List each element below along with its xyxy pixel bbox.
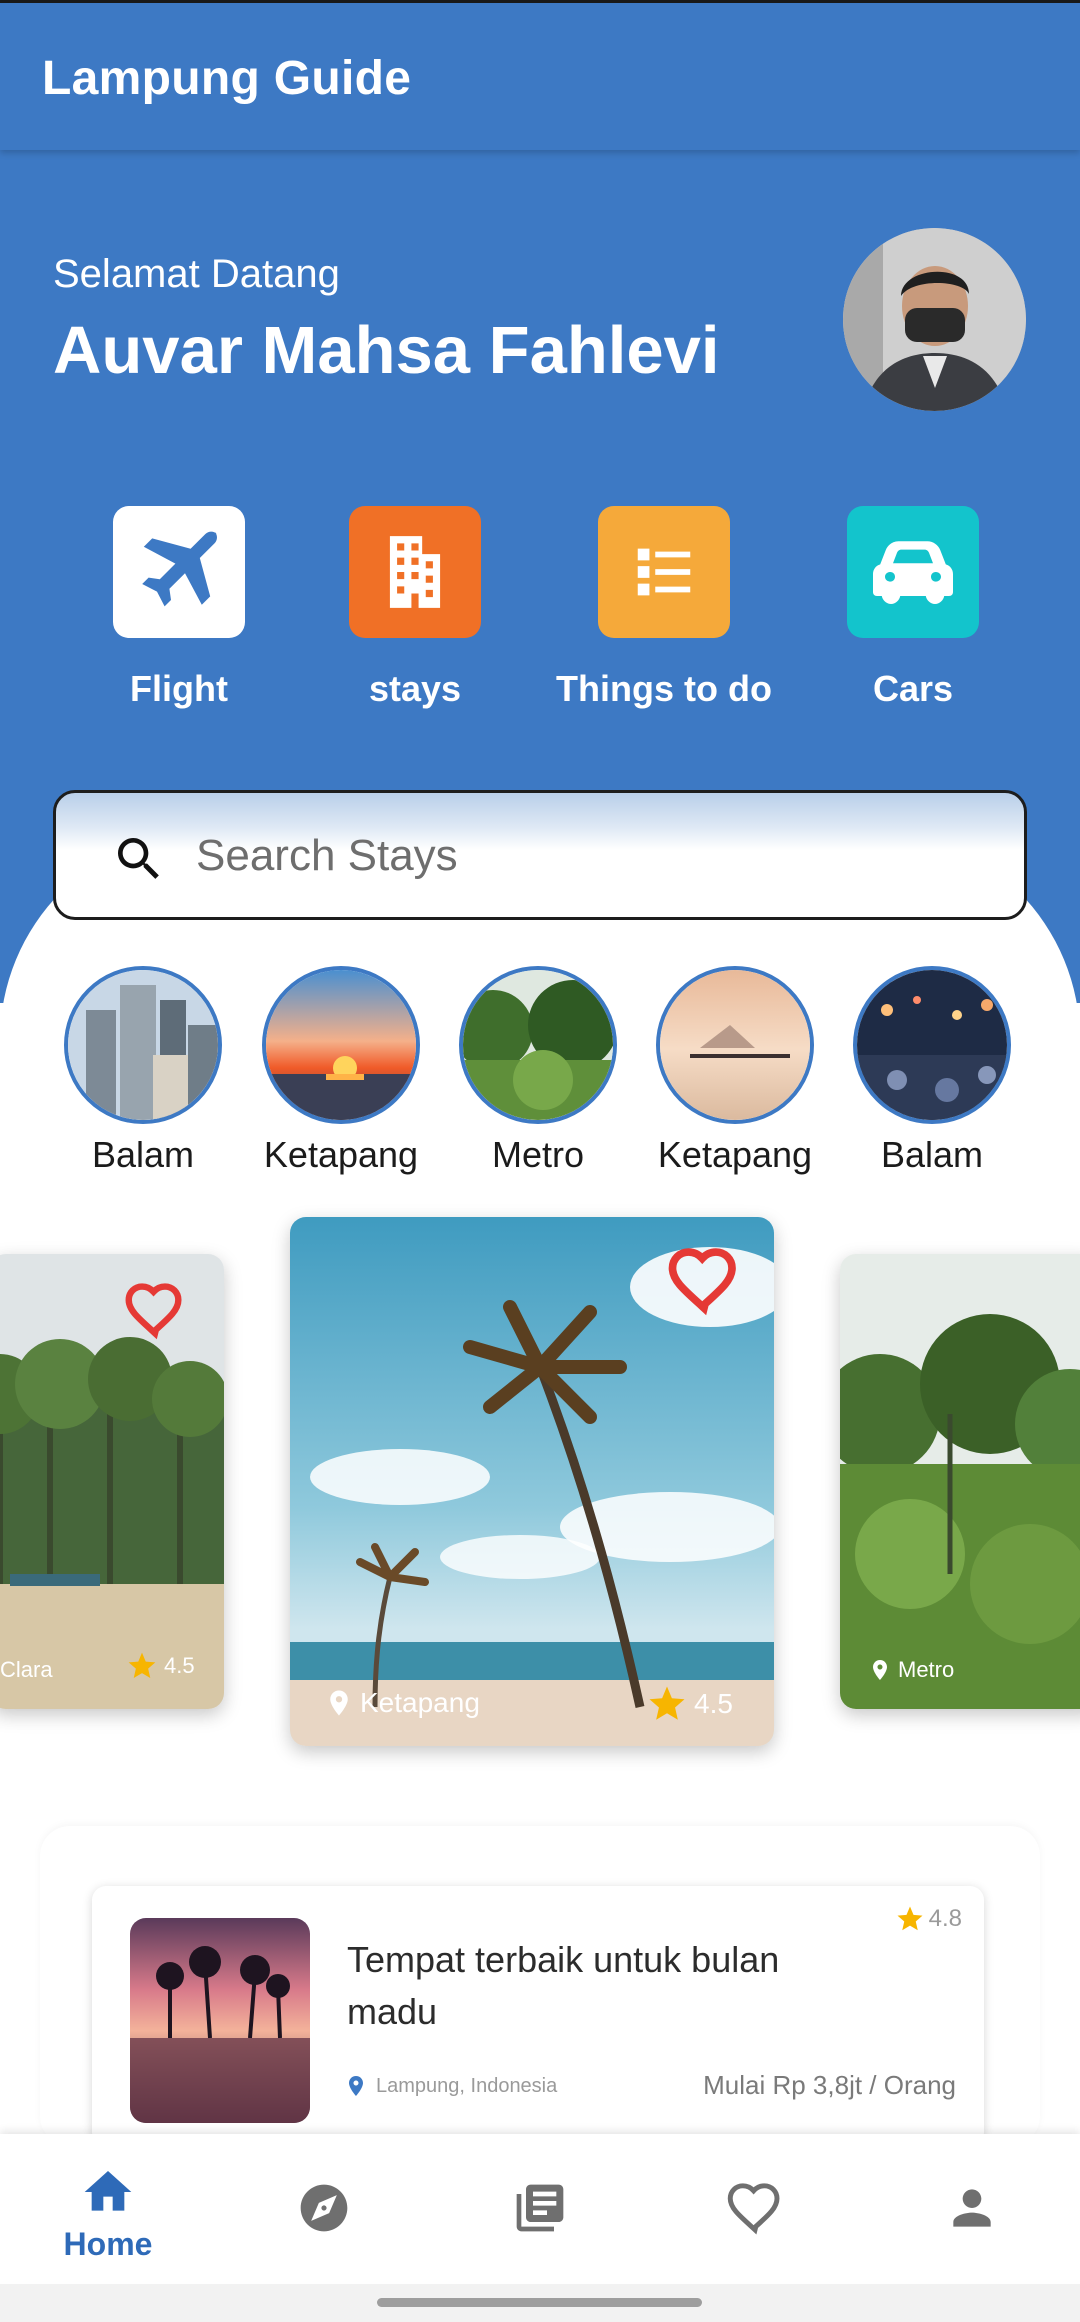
beach-image [0,1254,224,1709]
heart-icon[interactable] [662,1237,746,1321]
person-icon [953,2189,991,2227]
nav-item-explore[interactable] [216,2134,432,2284]
app-bar: Lampung Guide [0,3,1080,150]
place-item-balam-2[interactable]: Balam [831,966,1021,1176]
nav-item-library[interactable] [432,2134,648,2284]
building-icon [389,536,441,608]
home-icon [84,2171,132,2211]
lake-image [660,970,810,1120]
location-pin-icon [873,1660,887,1680]
car-icon [873,541,953,604]
category-tile [847,506,979,638]
recommendation-price: Mulai Rp 3,8jt / Orang [703,2070,956,2100]
recommendation-location: Lampung, Indonesia [344,2074,557,2098]
avatar-photo [843,228,1026,411]
list-icon [637,548,691,596]
category-label: stays [368,668,462,709]
gesture-handle[interactable] [377,2298,702,2307]
search-bar[interactable] [53,790,1027,920]
recommendation-card[interactable]: Tempat terbaik untuk bulan madu 4.8 Lamp… [92,1886,984,2146]
search-input[interactable] [196,821,976,891]
app-screen: Lampung Guide Selamat Datang Auvar Mahsa… [0,0,1080,2322]
jungle-image [840,1254,1080,1709]
place-image [262,966,420,1124]
search-icon [118,838,159,879]
star-icon [649,1686,685,1720]
category-label: Flight [130,668,228,709]
recommendation-image [130,1918,310,2123]
recommendation-title: Tempat terbaik untuk bulan madu [347,1939,780,2032]
location-pin-icon [330,1690,348,1716]
place-item-ketapang[interactable]: Ketapang [240,966,430,1176]
card-rating-value: 4.5 [694,1688,733,1719]
category-tile [598,506,730,638]
star-icon [897,1906,923,1931]
card-location: Ketapang [324,1687,480,1719]
sunset-image [266,970,416,1120]
nav-label: Home [63,2226,153,2262]
card-rating: 4.5 [646,1683,733,1725]
heart-icon[interactable] [120,1274,190,1344]
airplane-icon [142,531,217,607]
recommendation-location-label: Lampung, Indonesia [376,2074,558,2097]
place-label: Balam [91,1134,195,1175]
card-location: Clara [0,1657,53,1683]
category-cars[interactable]: Cars [793,506,1033,726]
nav-item-profile[interactable] [864,2134,1080,2284]
place-image [64,966,222,1124]
destination-card-center[interactable]: Ketapang 4.5 [290,1217,774,1746]
app-title: Lampung Guide [42,52,412,105]
bottom-navigation: Home [0,2134,1080,2284]
place-label: Metro [491,1134,585,1175]
recommendation-rating-value: 4.8 [928,1905,962,1932]
forest-image [463,970,613,1120]
recommendation-rating: 4.8 [895,1904,962,1934]
greeting-text: Selamat Datang [53,252,340,296]
category-stays[interactable]: stays [295,506,535,726]
card-location-label: Clara [0,1657,53,1682]
place-item-metro[interactable]: Metro [437,966,627,1176]
place-item-ketapang-2[interactable]: Ketapang [634,966,824,1176]
category-tile [113,506,245,638]
place-label: Ketapang [263,1134,419,1175]
place-image [459,966,617,1124]
destination-card-right[interactable]: Metro [840,1254,1080,1709]
star-icon [128,1652,156,1678]
category-flight[interactable]: Flight [59,506,299,726]
user-name: Auvar Mahsa Fahlevi [53,313,720,388]
place-label: Balam [880,1134,984,1175]
destination-card-left[interactable]: Clara 4.5 [0,1254,224,1709]
card-location-label: Metro [898,1657,955,1682]
card-location: Metro [868,1657,954,1683]
category-label: Cars [872,668,954,709]
nav-item-favorites[interactable] [648,2134,864,2284]
place-label: Ketapang [657,1134,813,1175]
heart-icon [727,2183,780,2235]
city-image [68,970,218,1120]
card-location-label: Ketapang [360,1687,480,1718]
category-label: Things to do [556,668,772,709]
place-image [656,966,814,1124]
place-image [853,966,1011,1124]
card-rating: 4.5 [126,1650,195,1682]
location-pin-icon [349,2076,363,2096]
honeymoon-sunset-image [130,1918,310,2123]
card-rating-value: 4.5 [164,1653,195,1678]
library-icon [516,2184,564,2232]
category-tile [349,506,481,638]
nav-item-home[interactable]: Home [0,2134,216,2284]
category-things-to-do[interactable]: Things to do [544,506,784,726]
night-city-image [857,970,1007,1120]
place-item-balam[interactable]: Balam [42,966,232,1176]
avatar[interactable] [843,228,1026,411]
compass-icon [300,2184,348,2232]
